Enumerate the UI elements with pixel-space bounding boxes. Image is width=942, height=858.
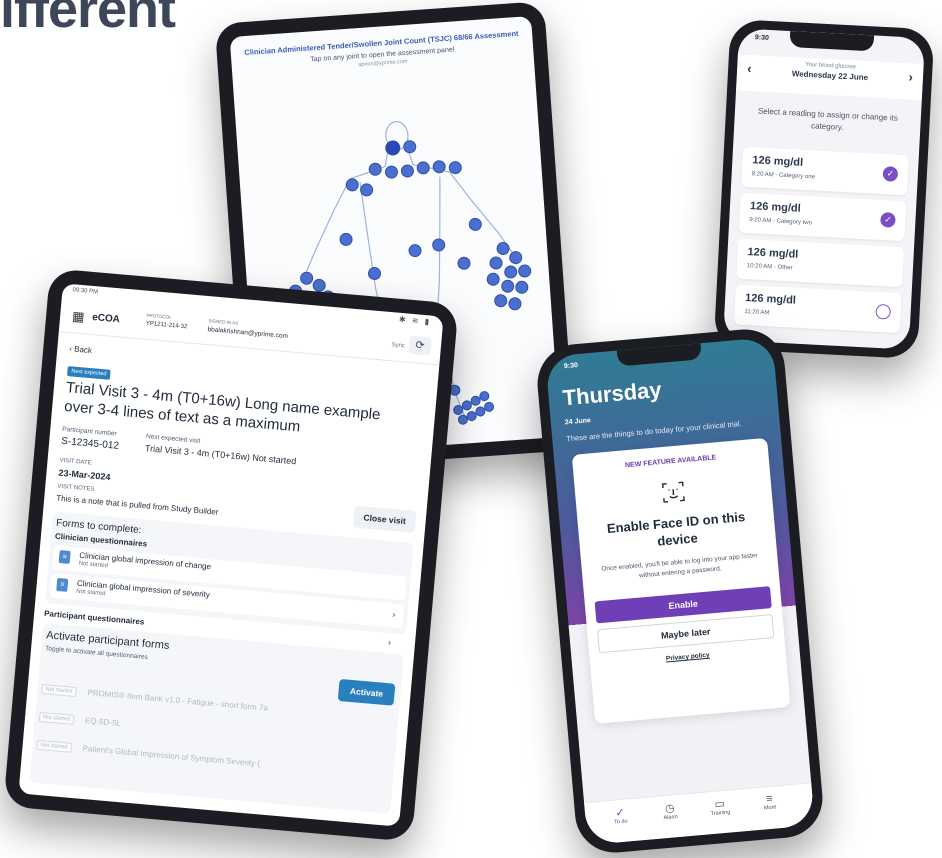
reading-card[interactable]: 126 mg/dl 11:20 AM: [733, 284, 902, 334]
visit-date-value: 23-Mar-2024: [58, 467, 111, 483]
document-icon: ≡: [58, 550, 71, 564]
today-screen: 9:30 Thursday 24 June These are the thin…: [545, 336, 815, 846]
status-time: 09:30 PM: [72, 287, 99, 296]
today-phone: 9:30 Thursday 24 June These are the thin…: [534, 326, 826, 856]
check-icon[interactable]: ✓: [880, 212, 896, 228]
glucose-phone: 9:30 ‹ Your blood glucose Wednesday 22 J…: [713, 18, 935, 360]
not-started-badge: Not started: [36, 739, 72, 753]
ecoa-screen: 09:30 PM ✱ ≋ ▮ ▦ eCOA PROTOCOL YP1211-21…: [18, 283, 444, 827]
apps-grid-icon[interactable]: ▦: [72, 308, 86, 325]
sync-button[interactable]: ⟳: [408, 335, 432, 356]
signed-in-label: SIGNED IN AS: [208, 318, 239, 326]
reading-value: 126 mg/dl: [744, 292, 797, 307]
glucose-screen: 9:30 ‹ Your blood glucose Wednesday 22 J…: [722, 28, 926, 350]
tab-more[interactable]: ≡ More: [744, 791, 795, 813]
reading-card[interactable]: 126 mg/dl 10:20 AM - Other: [736, 238, 905, 288]
day-date: 24 June: [564, 417, 592, 427]
protocol-label: PROTOCOL: [146, 312, 172, 320]
sync-label: Sync: [391, 342, 406, 350]
reading-value: 126 mg/dl: [752, 154, 804, 169]
form-status: Not started: [75, 588, 106, 598]
participant-form-name: PROMIS® Item Bank v1.0 - Fatigue - short…: [87, 688, 269, 713]
check-icon[interactable]: ✓: [882, 166, 899, 182]
prev-day-button[interactable]: ‹: [747, 61, 752, 76]
glucose-instruction: Select a reading to assign or change its…: [757, 106, 899, 132]
document-icon: ≡: [56, 577, 69, 592]
reading-card[interactable]: 126 mg/dl 9:20 AM - Category two ✓: [738, 192, 907, 242]
chevron-right-icon: ›: [392, 609, 396, 620]
reading-meta: 11:20 AM: [744, 309, 770, 317]
visit-notes-label: VISIT NOTES: [57, 483, 95, 493]
faceid-description: Once enabled, you'll be able to log into…: [601, 552, 758, 580]
protocol-value: YP1211-214-32: [145, 320, 188, 331]
status-time: 9:30: [563, 362, 579, 371]
faceid-card: NEW FEATURE AVAILABLE Enable Face ID on …: [571, 437, 791, 724]
face-id-icon: [661, 481, 685, 503]
not-started-badge: Not started: [38, 711, 75, 725]
phone-notch: [789, 31, 875, 52]
form-status: Not started: [78, 560, 109, 570]
status-time: 9:30: [754, 34, 770, 42]
day-title: Thursday: [561, 376, 663, 411]
faceid-title: Enable Face ID on this device: [606, 509, 746, 549]
reading-meta: 8:20 AM - Category one: [751, 171, 816, 181]
reading-meta: 9:20 AM - Category two: [749, 217, 813, 227]
reading-value: 126 mg/dl: [749, 200, 801, 215]
tab-bar: ✓ To do ◷ Alarm ▭ Training ≡ More: [584, 782, 815, 846]
phone-notch: [616, 343, 702, 367]
participant-form-name: EQ-5D-5L: [84, 715, 122, 729]
glucose-header: ‹ Your blood glucose Wednesday 22 June ›: [736, 54, 924, 100]
signed-in-value: bbalakrishnan@yprime.com: [207, 326, 289, 341]
participant-value: S-12345-012: [60, 435, 120, 452]
reading-meta: 10:20 AM - Other: [746, 263, 793, 272]
back-button[interactable]: ‹ Back: [69, 344, 92, 355]
activate-panel: Activate participant forms Toggle to act…: [29, 622, 404, 814]
next-visit-value: Trial Visit 3 - 4m (T0+16w) Not started: [144, 443, 297, 467]
participant-form-name: Patient's Global Impression of Symptom S…: [82, 743, 261, 769]
app-name: eCOA: [91, 312, 121, 326]
reading-value: 126 mg/dl: [747, 246, 799, 261]
reading-card[interactable]: 126 mg/dl 8:20 AM - Category one ✓: [741, 146, 909, 196]
close-visit-button[interactable]: Close visit: [352, 505, 417, 533]
not-started-badge: Not started: [41, 684, 77, 698]
activate-button[interactable]: Activate: [337, 678, 396, 706]
tab-training[interactable]: ▭ Training: [694, 795, 745, 818]
tab-alarm[interactable]: ◷ Alarm: [644, 800, 695, 823]
wifi-battery-icon: ✱ ≋ ▮: [398, 314, 432, 327]
ecoa-tablet: 09:30 PM ✱ ≋ ▮ ▦ eCOA PROTOCOL YP1211-21…: [3, 268, 459, 842]
chevron-right-icon[interactable]: ›: [388, 637, 392, 647]
unchecked-circle-icon[interactable]: [875, 303, 892, 320]
tab-to-do[interactable]: ✓ To do: [595, 804, 646, 827]
headline: ifferent: [0, 0, 176, 39]
visit-date-label: VISIT DATE: [59, 457, 92, 467]
new-feature-label: NEW FEATURE AVAILABLE: [624, 454, 717, 470]
next-day-button[interactable]: ›: [908, 69, 913, 84]
